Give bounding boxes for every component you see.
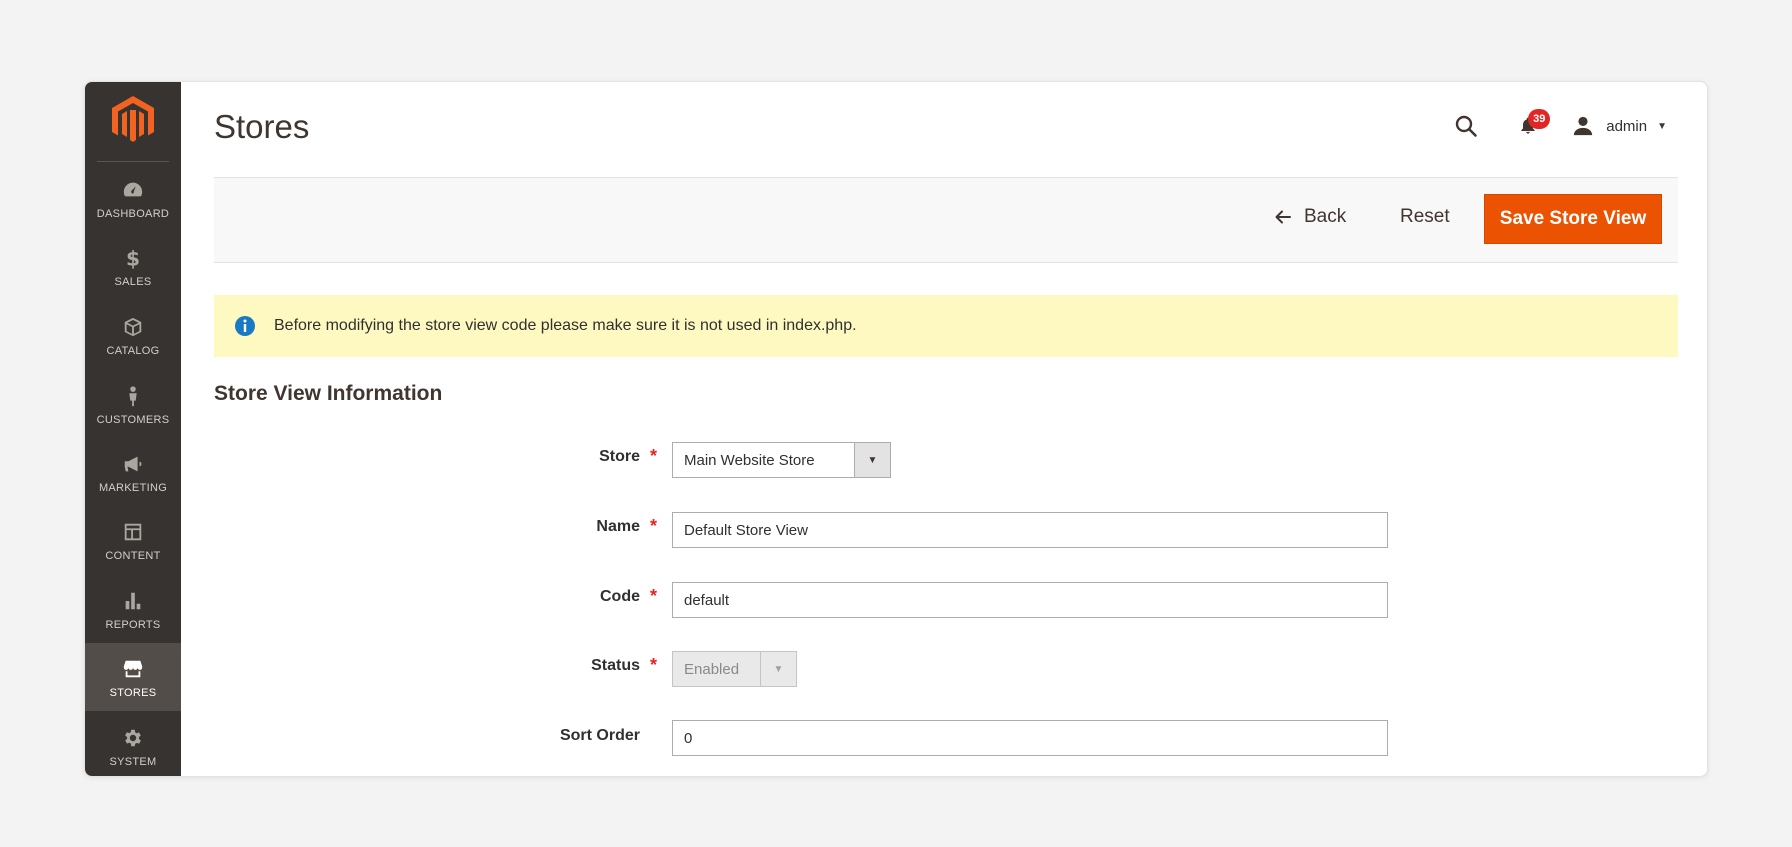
sort-order-label: Sort Order: [559, 727, 640, 744]
name-input[interactable]: Default Store View: [672, 512, 1388, 548]
sidebar-item-sales[interactable]: $ SALES: [85, 232, 181, 300]
gear-icon: [120, 725, 146, 751]
store-select[interactable]: Main Website Store ▼: [672, 442, 891, 478]
layout-icon: [120, 519, 146, 545]
required-mark: *: [650, 655, 658, 675]
magento-logo-icon[interactable]: [112, 96, 154, 144]
code-input[interactable]: default: [672, 582, 1388, 618]
bar-chart-icon: [120, 588, 146, 614]
info-notice: Before modifying the store view code ple…: [214, 295, 1678, 357]
reset-button[interactable]: Reset: [1400, 206, 1450, 228]
name-label: Name: [596, 518, 640, 535]
status-label: Status: [591, 657, 640, 674]
speedometer-icon: [120, 177, 146, 203]
user-icon: [1574, 116, 1593, 136]
info-icon: [235, 316, 255, 336]
storefront-icon: [120, 656, 146, 682]
user-name: admin: [1606, 117, 1648, 135]
status-select-value: Enabled: [684, 660, 740, 678]
admin-sidebar: DASHBOARD $ SALES CATALOG CUSTOMERS MARK…: [85, 82, 181, 776]
sort-order-input[interactable]: 0: [672, 720, 1388, 756]
sidebar-item-marketing[interactable]: MARKETING: [85, 438, 181, 506]
sidebar-item-label: MARKETING: [98, 481, 168, 494]
sidebar-item-label: STORES: [109, 686, 157, 699]
main-content: Stores 39 admin ▼ Back Reset Save Store …: [181, 82, 1707, 776]
user-account-menu[interactable]: admin ▼: [1572, 115, 1667, 137]
required-mark: *: [650, 446, 658, 466]
store-label: Store: [599, 448, 640, 465]
search-icon: [1456, 115, 1478, 137]
page-actions-bar: Back Reset Save Store View: [214, 177, 1678, 263]
notifications-count-badge: 39: [1528, 109, 1551, 129]
chevron-down-icon: ▼: [854, 443, 890, 477]
section-title: Store View Information: [214, 382, 443, 405]
admin-window: DASHBOARD $ SALES CATALOG CUSTOMERS MARK…: [84, 81, 1708, 777]
sidebar-item-label: REPORTS: [105, 618, 161, 631]
save-store-view-button[interactable]: Save Store View: [1484, 194, 1662, 244]
status-select: Enabled ▼: [672, 651, 797, 687]
required-mark: *: [650, 516, 658, 536]
sidebar-item-catalog[interactable]: CATALOG: [85, 301, 181, 369]
chevron-down-icon: ▼: [1657, 120, 1667, 132]
sidebar-item-reports[interactable]: REPORTS: [85, 575, 181, 643]
sidebar-item-stores[interactable]: STORES: [85, 643, 181, 711]
sidebar-item-system[interactable]: SYSTEM: [85, 712, 181, 776]
sidebar-item-label: CONTENT: [105, 549, 161, 562]
person-icon: [120, 383, 146, 409]
sidebar-item-dashboard[interactable]: DASHBOARD: [85, 164, 181, 232]
megaphone-icon: [120, 451, 146, 477]
sidebar-item-label: SYSTEM: [109, 755, 157, 768]
sidebar-item-label: DASHBOARD: [96, 207, 170, 220]
svg-text:$: $: [126, 247, 140, 269]
sidebar-item-label: CUSTOMERS: [96, 413, 170, 426]
back-button-label: Back: [1304, 206, 1347, 227]
sidebar-divider: [97, 161, 169, 162]
dollar-icon: $: [120, 245, 146, 271]
required-mark: *: [650, 586, 658, 606]
chevron-down-icon: ▼: [760, 652, 796, 686]
notice-text: Before modifying the store view code ple…: [274, 317, 857, 334]
sidebar-item-label: CATALOG: [106, 344, 160, 357]
sidebar-item-label: SALES: [114, 275, 152, 288]
sidebar-item-customers[interactable]: CUSTOMERS: [85, 370, 181, 438]
code-label: Code: [600, 588, 640, 605]
box-icon: [120, 314, 146, 340]
notifications-button[interactable]: 39: [1514, 109, 1551, 140]
page-title: Stores: [214, 108, 310, 145]
header-actions: 39 admin ▼: [1452, 109, 1667, 142]
arrow-left-icon: [1275, 210, 1291, 224]
back-button[interactable]: Back: [1274, 206, 1346, 228]
store-select-value: Main Website Store: [684, 451, 815, 469]
search-button[interactable]: [1452, 112, 1480, 140]
sidebar-item-content[interactable]: CONTENT: [85, 506, 181, 574]
